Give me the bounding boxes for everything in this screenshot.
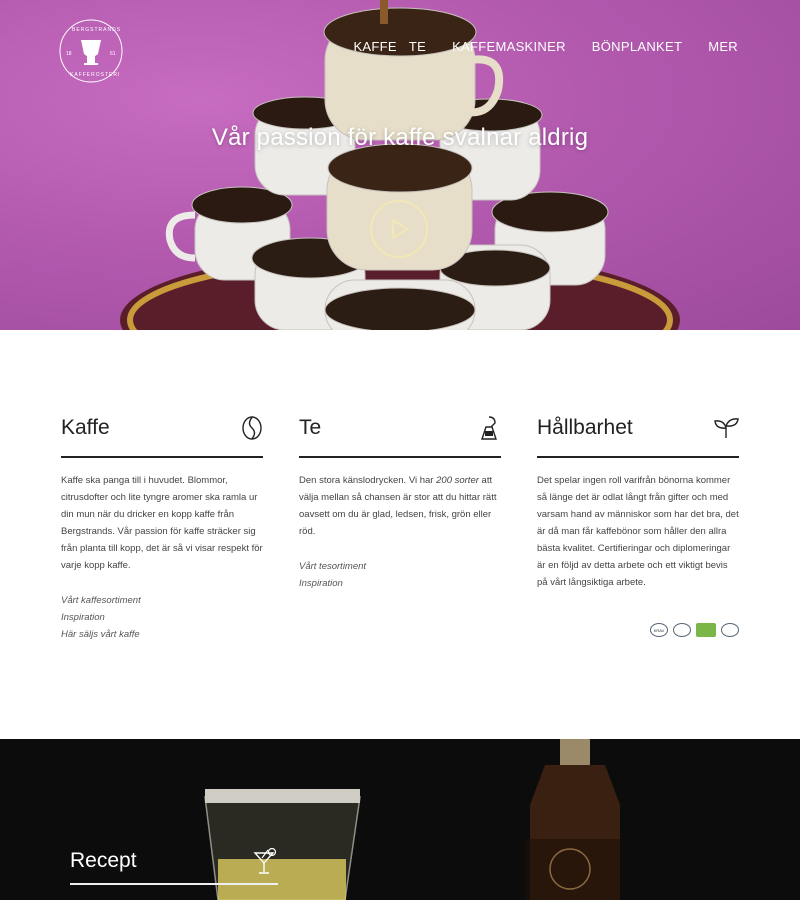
column-hallbarhet: Hållbarhet Det spelar ingen roll varifrå… <box>537 410 739 643</box>
fairtrade-logo <box>721 623 739 637</box>
nav-item-bonplanket[interactable]: BÖNPLANKET <box>592 39 682 54</box>
svg-text:KAFFEROSTERI: KAFFEROSTERI <box>70 72 120 78</box>
svg-text:61: 61 <box>110 51 116 57</box>
sprout-icon <box>714 418 739 438</box>
krav-logo: KRAV <box>650 623 668 637</box>
column-links: Vårt tesortiment Inspiration <box>299 558 501 592</box>
rainforest-alliance-logo <box>673 623 691 637</box>
nav-item-mer[interactable]: MER <box>708 39 738 54</box>
cocktail-glass-icon <box>253 847 277 874</box>
column-title: Hållbarhet <box>537 416 633 439</box>
link-inspiration[interactable]: Inspiration <box>299 575 501 592</box>
play-video-button[interactable] <box>370 200 428 258</box>
brand-logo[interactable]: 18 61 BERGSTRANDS KAFFEROSTERI <box>58 18 124 84</box>
link-tesortiment[interactable]: Vårt tesortiment <box>299 558 501 575</box>
column-text: Kaffe ska panga till i huvudet. Blommor,… <box>61 475 263 571</box>
eu-organic-logo <box>696 623 716 637</box>
svg-text:BERGSTRANDS: BERGSTRANDS <box>72 27 121 33</box>
recipe-header[interactable]: Recept <box>70 839 278 885</box>
column-header: Hållbarhet <box>537 410 739 458</box>
column-kaffe: Kaffe Kaffe ska panga till i huvudet. Bl… <box>61 410 263 643</box>
tea-bag-icon <box>481 416 497 440</box>
column-title: Te <box>299 416 322 439</box>
certification-logos: KRAV <box>537 623 739 637</box>
intro-columns: Kaffe Kaffe ska panga till i huvudet. Bl… <box>61 410 739 643</box>
column-links: Vårt kaffesortiment Inspiration Här sälj… <box>61 592 263 643</box>
coffee-bean-icon <box>242 416 262 440</box>
column-header: Te <box>299 410 501 458</box>
column-text: Den stora känslodrycken. Vi har 200 sort… <box>299 475 497 537</box>
recipe-section: Recept <box>0 739 800 900</box>
link-kaffesortiment[interactable]: Vårt kaffesortiment <box>61 592 263 609</box>
nav-item-kaffe[interactable]: KAFFE <box>353 39 396 54</box>
link-inspiration[interactable]: Inspiration <box>61 609 263 626</box>
main-navigation: KAFFE TE KAFFEMASKINER BÖNPLANKET MER <box>353 39 738 54</box>
recipe-title: Recept <box>70 849 137 872</box>
nav-item-te[interactable]: TE <box>409 39 426 54</box>
column-header: Kaffe <box>61 410 263 458</box>
hero-section: 18 61 BERGSTRANDS KAFFEROSTERI KAFFE TE … <box>0 0 800 330</box>
column-title: Kaffe <box>61 416 110 439</box>
column-text: Det spelar ingen roll varifrån bönorna k… <box>537 475 739 588</box>
svg-text:18: 18 <box>66 51 72 57</box>
hero-title: Vår passion för kaffe svalnar aldrig <box>211 124 589 151</box>
link-har-saljs[interactable]: Här säljs vårt kaffe <box>61 626 263 643</box>
column-te: Te Den stora känslodrycken. Vi har 200 s… <box>299 410 501 643</box>
nav-item-kaffemaskiner[interactable]: KAFFEMASKINER <box>452 39 566 54</box>
play-icon <box>392 219 408 239</box>
